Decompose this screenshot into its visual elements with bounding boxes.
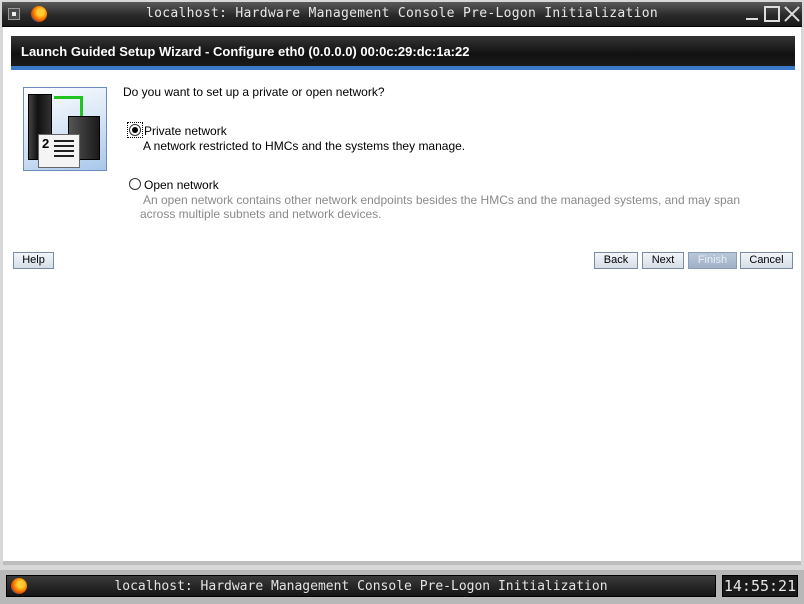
window-title: localhost: Hardware Management Console P… <box>146 6 658 21</box>
checklist-lines-icon <box>54 140 74 160</box>
private-network-radio[interactable] <box>129 124 141 136</box>
wizard-step-illustration: 2 <box>23 87 107 171</box>
maximize-button[interactable] <box>764 6 780 22</box>
window-bottom-border <box>3 561 801 565</box>
open-network-label[interactable]: Open network <box>144 178 219 192</box>
wizard-header: Launch Guided Setup Wizard - Configure e… <box>11 36 795 70</box>
back-button[interactable]: Back <box>594 252 638 269</box>
wizard-panel: Launch Guided Setup Wizard - Configure e… <box>3 27 801 565</box>
private-network-description: A network restricted to HMCs and the sys… <box>143 139 466 153</box>
wizard-title: Launch Guided Setup Wizard - Configure e… <box>21 44 470 59</box>
private-network-label[interactable]: Private network <box>144 124 227 138</box>
clock: 14:55:21 <box>722 575 798 597</box>
help-button[interactable]: Help <box>13 252 54 269</box>
finish-button[interactable]: Finish <box>688 252 737 269</box>
open-network-description-line2: across multiple subnets and network devi… <box>140 207 382 221</box>
taskbar: localhost: Hardware Management Console P… <box>0 570 804 604</box>
taskbar-app-title: localhost: Hardware Management Console P… <box>114 579 608 594</box>
cancel-button[interactable]: Cancel <box>740 252 793 269</box>
taskbar-app-button[interactable]: localhost: Hardware Management Console P… <box>6 575 716 597</box>
open-network-description-line1: An open network contains other network e… <box>143 193 741 207</box>
minimize-button[interactable] <box>744 6 760 22</box>
title-bar[interactable]: localhost: Hardware Management Console P… <box>2 2 802 27</box>
app-window: localhost: Hardware Management Console P… <box>0 0 804 570</box>
next-button[interactable]: Next <box>642 252 684 269</box>
open-network-radio[interactable] <box>129 178 141 190</box>
network-link-icon <box>54 96 83 117</box>
step-number: 2 <box>42 136 50 151</box>
wizard-question: Do you want to set up a private or open … <box>123 85 385 99</box>
close-button[interactable] <box>784 6 800 22</box>
